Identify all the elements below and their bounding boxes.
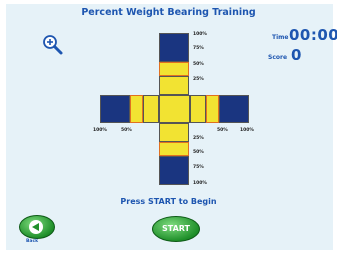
gauge-label-top-100: 100% — [193, 32, 207, 37]
gauge-label-bottom-100: 100% — [193, 181, 207, 186]
bottom-fill-segment — [159, 142, 189, 156]
right-target-zone — [219, 95, 249, 123]
gauge-label-top-75: 75% — [193, 46, 204, 51]
back-button[interactable] — [19, 215, 55, 239]
gauge-label-left-100: 100% — [93, 128, 107, 133]
score-label: Score — [268, 54, 288, 61]
top-fill-segment — [159, 62, 189, 76]
magnifier-plus-icon — [43, 35, 63, 55]
start-prompt: Press START to Begin — [120, 197, 217, 206]
left-fill-segment — [130, 95, 143, 123]
back-label: Back — [26, 239, 39, 244]
right-fill-segment — [190, 95, 206, 123]
horizontal-weight-gauge — [100, 95, 249, 123]
bottom-target-zone — [159, 156, 189, 185]
gauge-label-bottom-50: 50% — [193, 150, 204, 155]
gauge-label-top-25: 25% — [193, 77, 204, 82]
gauge-label-bottom-25: 25% — [193, 136, 204, 141]
back-arrow-icon — [29, 220, 43, 234]
page-title: Percent Weight Bearing Training — [81, 7, 256, 18]
gauge-label-left-50: 50% — [121, 128, 132, 133]
left-target-zone — [100, 95, 130, 123]
gauge-label-top-50: 50% — [193, 62, 204, 67]
left-fill-segment — [143, 95, 159, 123]
bottom-fill-segment — [159, 123, 189, 142]
top-target-zone — [159, 33, 189, 62]
gauge-label-bottom-75: 75% — [193, 165, 204, 170]
time-value: 00:00 — [289, 26, 337, 44]
score-value: 0 — [291, 46, 302, 64]
start-button[interactable]: START — [152, 216, 200, 242]
zoom-in-button[interactable] — [41, 33, 65, 57]
right-fill-segment — [206, 95, 219, 123]
top-fill-segment — [159, 76, 189, 95]
time-label: Time — [272, 34, 289, 41]
training-screen: Percent Weight Bearing Training Time 00:… — [0, 0, 337, 253]
gauge-label-right-50: 50% — [217, 128, 228, 133]
center-fill-segment — [159, 95, 190, 123]
gauge-label-right-100: 100% — [240, 128, 254, 133]
